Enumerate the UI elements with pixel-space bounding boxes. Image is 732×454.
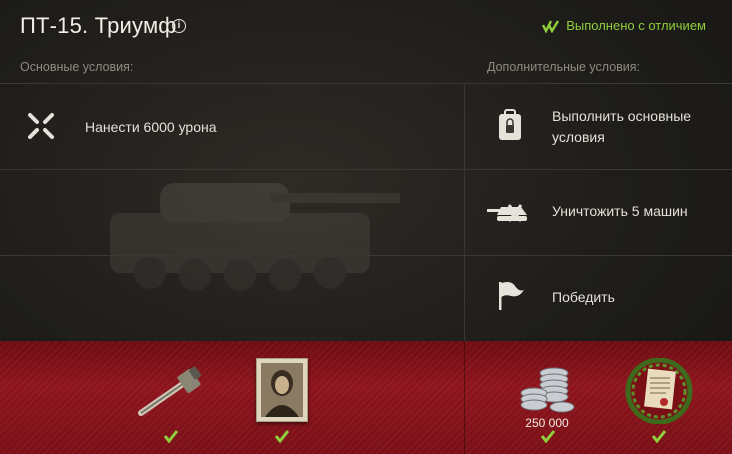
flag-icon [499,282,524,310]
condition-main-text: Выполнить основные условия [552,108,692,145]
check-icon [651,430,667,443]
destroyed-tank-icon [487,204,527,222]
check-icon [163,430,179,443]
empty-condition-row [0,255,463,342]
mission-title: ПТ-15. Триумф [20,13,177,38]
clipboard-lock-icon [499,109,521,140]
extra-condition-row: Выполнить основные условия [465,83,732,170]
mission-panel: ПТ-15. Триумф i Выполнено с отличием Осн… [0,0,732,454]
condition-win-text: Победить [552,289,615,305]
double-check-icon [542,19,560,33]
extra-conditions-panel: Выполнить основные условия Уничтожить 5 … [465,83,732,341]
check-icon [274,430,290,443]
extra-conditions-label: Дополнительные условия: [487,60,641,74]
main-condition-row: Нанести 6000 урона [0,83,463,170]
check-icon [540,430,556,443]
portrait-face-icon [261,363,303,417]
crosshair-arrows-icon [28,113,54,139]
info-icon[interactable]: i [172,19,186,33]
completion-status: Выполнено с отличием [542,18,706,33]
crew-portrait-icon[interactable] [256,358,308,422]
credits-amount: 250 000 [525,416,569,430]
extra-condition-row: Уничтожить 5 машин [465,169,732,256]
extra-condition-row: Победить [465,255,732,342]
rewards-strip: 250 000 [0,341,732,454]
empty-condition-row [0,169,463,256]
condition-damage-text: Нанести 6000 урона [85,119,217,135]
gun-barrel-icon[interactable] [137,363,207,419]
rewards-divider [464,341,465,454]
main-conditions-panel: Нанести 6000 урона [0,83,463,341]
main-conditions-label: Основные условия: [20,60,134,74]
condition-kills-text: Уничтожить 5 машин [552,203,688,219]
silver-coins-icon[interactable] [518,363,578,415]
status-text: Выполнено с отличием [566,18,706,33]
award-document-icon[interactable] [624,358,694,424]
